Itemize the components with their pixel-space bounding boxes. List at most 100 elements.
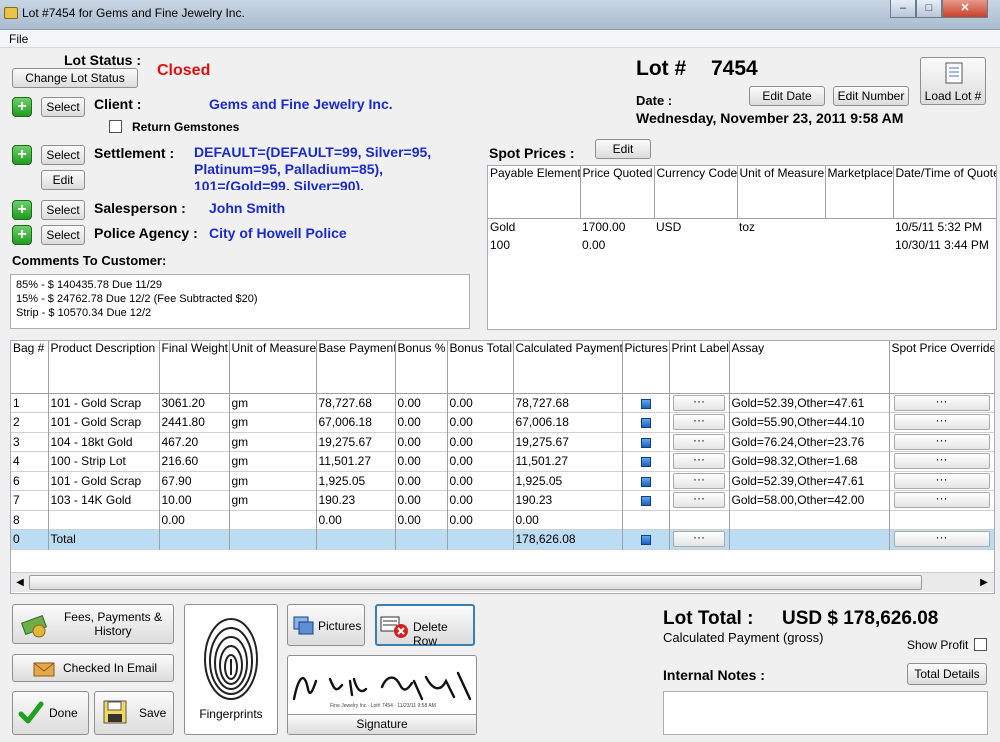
add-salesperson-icon[interactable]: +	[12, 200, 32, 220]
internal-notes-textarea[interactable]	[663, 691, 988, 735]
table-cell: gm	[229, 412, 317, 432]
pictures-checkbox-icon[interactable]	[640, 437, 651, 448]
add-client-icon[interactable]: +	[12, 97, 32, 117]
spot-override-button[interactable]: ···	[893, 414, 990, 431]
edit-date-button[interactable]: Edit Date	[749, 86, 825, 106]
scroll-left-icon[interactable]: ◀	[12, 575, 28, 591]
fingerprints-button[interactable]: Fingerprints	[184, 604, 278, 735]
pictures-button[interactable]: Pictures	[287, 604, 365, 646]
internal-notes-label: Internal Notes :	[663, 667, 765, 683]
print-label-cell[interactable]: ···	[669, 432, 730, 452]
maximize-button[interactable]: □	[916, 0, 942, 18]
print-label-cell[interactable]: ···	[669, 490, 730, 510]
close-button[interactable]: ✕	[942, 0, 988, 18]
spot-override-button[interactable]: ···	[893, 453, 990, 470]
pictures-checkbox-icon[interactable]	[640, 496, 651, 507]
edit-spot-prices-button[interactable]: Edit	[595, 139, 651, 159]
print-label-cell[interactable]: ···	[669, 529, 730, 549]
scrollbar-thumb[interactable]	[29, 575, 922, 590]
spot-override-cell[interactable]: ···	[889, 471, 994, 491]
return-gemstones-checkbox[interactable]	[109, 120, 122, 133]
print-label-button[interactable]: ···	[673, 531, 725, 548]
pictures-checkbox-icon[interactable]	[640, 535, 651, 546]
horizontal-scrollbar[interactable]: ◀ ▶	[11, 572, 994, 592]
pictures-cell[interactable]	[622, 529, 670, 549]
spot-override-cell[interactable]: ···	[889, 412, 994, 432]
print-label-button[interactable]: ···	[673, 453, 725, 470]
table-cell: 0.00	[447, 451, 514, 471]
table-row[interactable]: 1 101 - Gold Scrap 3061.20 gm 78,727.68 0.00 0…	[11, 393, 994, 413]
add-settlement-icon[interactable]: +	[12, 145, 32, 165]
fees-payments-history-button[interactable]: Fees, Payments & History	[12, 604, 174, 644]
spot-override-button[interactable]: ···	[893, 531, 990, 548]
print-label-button[interactable]: ···	[673, 492, 725, 509]
spot-row[interactable]: 100 0.00 10/30/11 3:44 PM	[488, 236, 996, 254]
items-grid[interactable]: Bag # Product Description Final Weight U…	[10, 340, 995, 594]
spot-override-button[interactable]: ···	[893, 472, 990, 489]
table-row[interactable]: 2 101 - Gold Scrap 2441.80 gm 67,006.18 0.00 0…	[11, 412, 994, 432]
table-row[interactable]: 7 103 - 14K Gold 10.00 gm 190.23 0.00 0.00 190.…	[11, 490, 994, 510]
pictures-cell[interactable]	[622, 490, 670, 510]
select-salesperson-button[interactable]: Select	[41, 200, 85, 220]
print-label-cell[interactable]	[669, 510, 730, 530]
total-row[interactable]: 0 Total 178,626.08 ··· ···	[11, 529, 994, 549]
pictures-checkbox-icon[interactable]	[640, 457, 651, 468]
print-label-cell[interactable]: ···	[669, 393, 730, 413]
spot-override-cell[interactable]	[889, 510, 994, 530]
print-label-button[interactable]: ···	[673, 433, 725, 450]
delete-row-button[interactable]: Delete Row	[375, 604, 475, 648]
spot-override-button[interactable]: ···	[893, 433, 990, 450]
checked-in-email-button[interactable]: Checked In Email	[12, 654, 174, 682]
select-police-agency-button[interactable]: Select	[41, 225, 85, 245]
print-label-button[interactable]: ···	[673, 394, 725, 411]
table-row[interactable]: 8 0.00 0.00 0.00 0.00 0.00	[11, 510, 994, 530]
spot-override-button[interactable]: ···	[893, 492, 990, 509]
spot-override-cell[interactable]: ···	[889, 490, 994, 510]
save-label: Save	[139, 706, 167, 720]
table-row[interactable]: 4 100 - Strip Lot 216.60 gm 11,501.27 0.00 0.0…	[11, 451, 994, 471]
menu-file[interactable]: File	[9, 32, 28, 46]
spot-override-cell[interactable]: ···	[889, 451, 994, 471]
print-label-cell[interactable]: ···	[669, 451, 730, 471]
pictures-cell[interactable]	[622, 451, 670, 471]
pictures-checkbox-icon[interactable]	[640, 418, 651, 429]
spot-row[interactable]: Gold 1700.00 USD toz 10/5/11 5:32 PM	[488, 218, 996, 236]
add-police-agency-icon[interactable]: +	[12, 225, 32, 245]
table-row[interactable]: 6 101 - Gold Scrap 67.90 gm 1,925.05 0.00 0.00…	[11, 471, 994, 491]
edit-settlement-button[interactable]: Edit	[41, 170, 85, 190]
pictures-cell[interactable]	[622, 393, 670, 413]
spot-override-cell[interactable]: ···	[889, 393, 994, 413]
spot-override-cell[interactable]: ···	[889, 432, 994, 452]
done-button[interactable]: Done	[12, 691, 89, 735]
edit-number-button[interactable]: Edit Number	[833, 86, 909, 106]
pictures-cell[interactable]	[622, 412, 670, 432]
print-label-button[interactable]: ···	[673, 414, 725, 431]
total-details-button[interactable]: Total Details	[907, 663, 987, 685]
save-button[interactable]: Save	[94, 691, 174, 735]
change-lot-status-button[interactable]: Change Lot Status	[12, 68, 138, 88]
pictures-cell[interactable]	[622, 510, 670, 530]
spot-override-button[interactable]: ···	[893, 394, 990, 411]
table-cell: Total	[48, 529, 160, 549]
load-lot-button[interactable]: Load Lot #	[920, 57, 986, 105]
minimize-button[interactable]: –	[890, 0, 916, 18]
pictures-checkbox-icon[interactable]	[640, 398, 651, 409]
print-label-cell[interactable]: ···	[669, 412, 730, 432]
spot-prices-grid[interactable]: Payable Element Price Quoted Currency Co…	[487, 165, 997, 330]
spot-override-cell[interactable]: ···	[889, 529, 994, 549]
print-label-button[interactable]: ···	[673, 472, 725, 489]
select-settlement-button[interactable]: Select	[41, 145, 85, 165]
select-client-button[interactable]: Select	[41, 97, 85, 117]
pictures-cell[interactable]	[622, 471, 670, 491]
signature-button[interactable]: Fine Jewelry Inc · Lot# 7454 · 11/23/11 …	[287, 655, 477, 735]
comments-textarea[interactable]: 85% - $ 140435.78 Due 11/29 15% - $ 2476…	[10, 274, 470, 329]
print-label-cell[interactable]: ···	[669, 471, 730, 491]
table-row[interactable]: 3 104 - 18kt Gold 467.20 gm 19,275.67 0.00 0.0…	[11, 432, 994, 452]
table-cell: 0.00	[395, 412, 448, 432]
spot-cell: 0.00	[582, 238, 606, 252]
show-profit-checkbox[interactable]	[974, 638, 987, 651]
pictures-checkbox-icon[interactable]	[640, 476, 651, 487]
scroll-right-icon[interactable]: ▶	[976, 575, 992, 591]
table-cell: 78,727.68	[513, 393, 623, 413]
pictures-cell[interactable]	[622, 432, 670, 452]
